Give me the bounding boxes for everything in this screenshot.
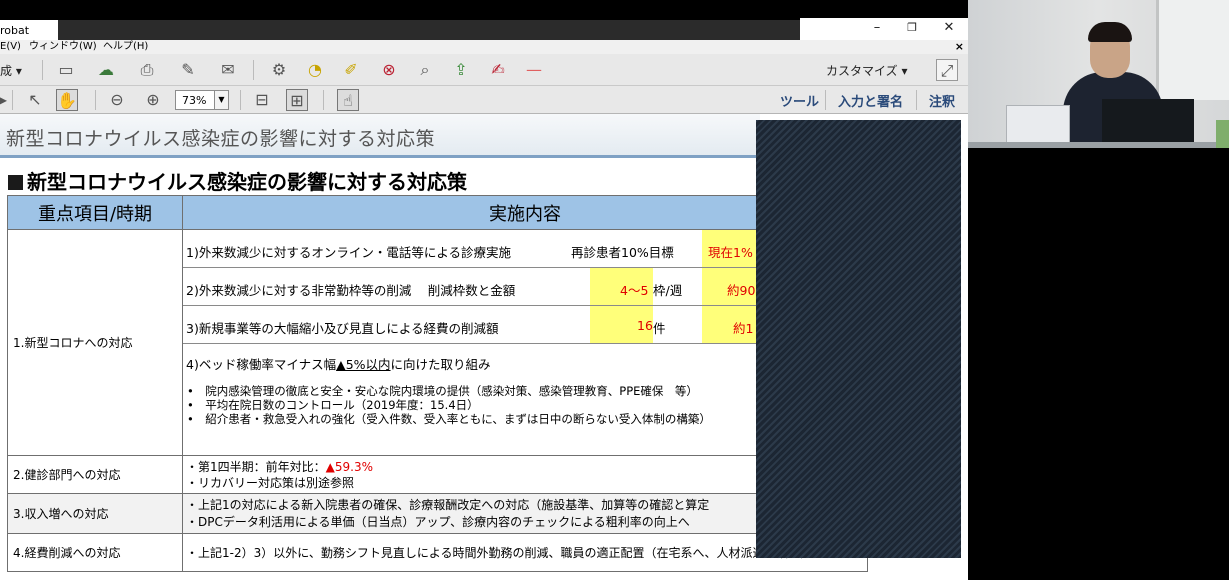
title-bar-strip <box>58 20 800 40</box>
menu-view[interactable]: E(V) <box>0 40 21 54</box>
slide-header-title: 新型コロナウイルス感染症の影響に対する対応策 <box>6 128 436 150</box>
customize-button[interactable]: カスタマイズ ▾ <box>826 62 907 79</box>
restore-button[interactable]: ❐ <box>897 18 927 40</box>
separator <box>42 60 43 80</box>
main-toolbar: 成 ▾ ▭ ☁ ⎙ ✎ ✉ ⚙ ◔ ✐ ⊗ ⌕ ⇪ ✍ — カスタマイズ ▾ ⤢ <box>0 54 968 86</box>
cloud-upload-icon[interactable]: ☁ <box>95 59 117 81</box>
minimize-button[interactable]: – <box>862 18 892 40</box>
edit-icon[interactable]: ✎ <box>177 59 199 81</box>
zoom-out-icon[interactable]: ⊖ <box>106 89 128 111</box>
item-cell: 3.収入増への対応 <box>7 493 183 534</box>
laptop-icon <box>1006 105 1070 145</box>
separator <box>253 60 254 80</box>
close-document-button[interactable]: × <box>955 40 964 54</box>
export-icon[interactable]: ⇪ <box>450 59 472 81</box>
laptop-icon <box>1102 99 1194 148</box>
webcam-window-panel <box>1156 0 1229 100</box>
value-text: 4～5 <box>620 283 649 298</box>
square-bullet-icon <box>8 175 23 190</box>
webcam-feed <box>968 0 1229 148</box>
unit-text: 件 <box>653 321 666 336</box>
sub-text: 2)外来数減少に対する非常勤枠等の削減 削減枠数と金額 <box>186 283 516 298</box>
comment-icon[interactable]: ◔ <box>304 59 326 81</box>
plant <box>1216 120 1229 148</box>
page-toolbar: ▸ ↖ ✋ ⊖ ⊕ 73% ▼ ⊟ ⊞ ☝ ツール 入力と署名 注釈 <box>0 86 968 114</box>
overlay-panel <box>756 120 961 558</box>
decline-value: ▲59.3% <box>325 459 373 474</box>
slide-heading: 新型コロナウイルス感染症の影響に対する対応策 <box>8 166 467 195</box>
bed-rate-post: に向けた取り組み <box>390 357 491 372</box>
menu-bar: E(V) ウィンドウ(W) ヘルプ(H) × <box>0 40 968 54</box>
separator <box>916 90 917 110</box>
separator <box>12 90 13 110</box>
item-cell: 2.健診部門への対応 <box>7 455 183 494</box>
title-bar: robat – ❐ ✕ <box>0 0 968 40</box>
menu-window[interactable]: ウィンドウ(W) <box>29 40 97 54</box>
separator <box>95 90 96 110</box>
item-cell: 4.経費削減への対応 <box>7 533 183 572</box>
sign-icon[interactable]: ✍ <box>487 59 509 81</box>
countermeasure-table: 重点項目/時期 実施内容 1.新型コロナへの対応 1)外来数減少に対するオンライ… <box>7 195 868 572</box>
bed-rate-mark: ▲5%以内 <box>336 357 391 372</box>
column-header: 重点項目/時期 <box>7 195 183 230</box>
separator <box>323 90 324 110</box>
zoom-value: 73% <box>182 94 207 107</box>
tools-link[interactable]: ツール <box>780 91 819 110</box>
current-value: 現在1% <box>708 245 753 260</box>
fill-sign-link[interactable]: 入力と署名 <box>838 91 903 110</box>
select-arrow-icon[interactable]: ↖ <box>24 89 46 111</box>
zoom-select[interactable]: 73% ▼ <box>175 90 229 110</box>
sub-text: 3)新規事業等の大幅縮小及び見直しによる経費の削減額 <box>186 321 499 336</box>
customize-label: カスタマイズ <box>826 64 898 78</box>
bullet-item: • 紹介患者・救急受入れの強化（受入件数、受入率ともに、まずは日中の断らない受入… <box>187 412 711 426</box>
table-row: 3.収入増への対応 ・上記1の対応による新入院患者の確保、診療報酬改定への対応（… <box>7 493 868 534</box>
value-text: 16 <box>637 318 653 333</box>
item-cell: 1.新型コロナへの対応 <box>7 229 183 456</box>
comment-link[interactable]: 注釈 <box>929 91 955 110</box>
create-label: 成 <box>0 64 13 78</box>
target-text: 再診患者10%目標 <box>571 245 674 260</box>
bed-rate-pre: 4)ベッド稼働率マイナス幅 <box>186 357 337 372</box>
close-button[interactable]: ✕ <box>934 18 964 40</box>
sub-text: 1)外来数減少に対するオンライン・電話等による診療実施 <box>186 245 511 260</box>
table-row: 2.健診部門への対応 ・第1四半期：前年対比：▲59.3% ・リカバリー対応策は… <box>7 455 868 494</box>
bed-rate-line: 4)ベッド稼働率マイナス幅▲5%以内に向けた取り組み <box>186 354 491 373</box>
chevron-down-icon[interactable]: ▼ <box>214 91 228 109</box>
hand-tool-icon[interactable]: ✋ <box>56 89 78 111</box>
redact-icon[interactable]: — <box>523 59 545 81</box>
separator <box>240 90 241 110</box>
gear-icon[interactable]: ⚙ <box>268 59 290 81</box>
fit-width-icon[interactable]: ⊟ <box>251 89 273 111</box>
table-row: 1.新型コロナへの対応 1)外来数減少に対するオンライン・電話等による診療実施 … <box>7 229 868 456</box>
table-header-row: 重点項目/時期 実施内容 <box>7 195 868 230</box>
email-icon[interactable]: ✉ <box>217 59 239 81</box>
desk <box>968 142 1229 148</box>
slide-header: 新型コロナウイルス感染症の影響に対する対応策 <box>0 114 760 158</box>
table-row: 4.経費削減への対応 ・上記1-2）3）以外に、勤務シフト見直しによる時間外勤務… <box>7 533 868 572</box>
separator <box>825 90 826 110</box>
save-icon[interactable]: ▭ <box>55 59 77 81</box>
read-mode-icon[interactable]: ☝ <box>337 89 359 111</box>
fit-page-icon[interactable]: ⊞ <box>286 89 308 111</box>
presenter-hair <box>1088 22 1132 42</box>
search-doc-icon[interactable]: ⌕ <box>414 59 436 81</box>
highlight-icon[interactable]: ✐ <box>340 59 362 81</box>
line-text: ・第1四半期：前年対比： <box>186 459 326 474</box>
window-controls: – ❐ ✕ <box>800 18 968 40</box>
print-icon[interactable]: ⎙ <box>136 59 158 81</box>
menu-help[interactable]: ヘルプ(H) <box>103 40 148 54</box>
unit-text: 枠/週 <box>653 283 683 298</box>
expand-icon[interactable]: ⤢ <box>936 59 958 81</box>
slide-heading-text: 新型コロナウイルス感染症の影響に対する対応策 <box>27 170 467 194</box>
window-title: robat <box>0 20 58 40</box>
delete-page-icon[interactable]: ⊗ <box>378 59 400 81</box>
amount-text: 約1 <box>733 321 754 336</box>
create-button[interactable]: 成 ▾ <box>0 62 22 79</box>
zoom-in-icon[interactable]: ⊕ <box>142 89 164 111</box>
